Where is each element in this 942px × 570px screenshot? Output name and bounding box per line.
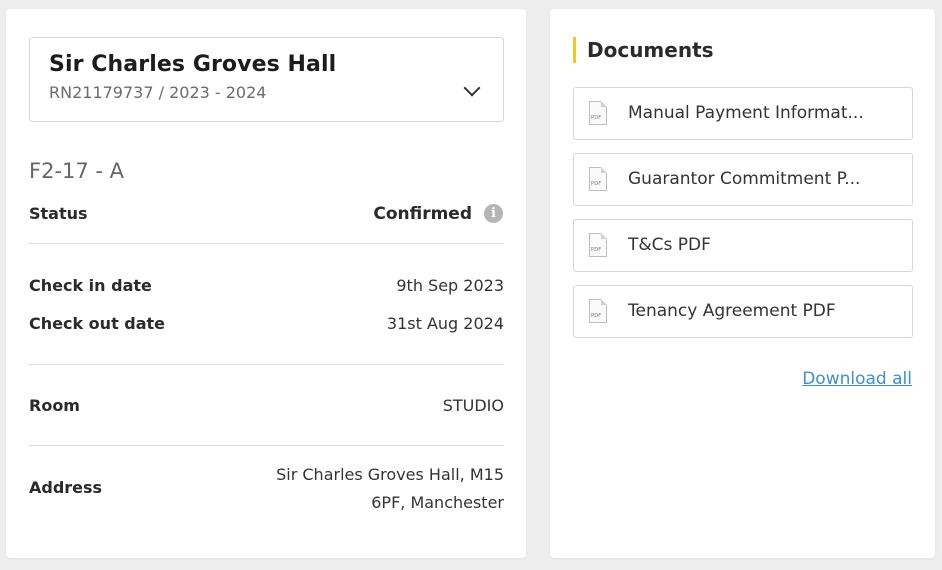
booking-details-card: Sir Charles Groves Hall RN21179737 / 202… bbox=[6, 9, 526, 558]
pdf-file-icon: PDF bbox=[589, 167, 607, 191]
divider bbox=[29, 364, 504, 365]
document-item[interactable]: PDF Guarantor Commitment P... bbox=[573, 153, 913, 206]
document-item[interactable]: PDF T&Cs PDF bbox=[573, 219, 913, 272]
chevron-down-icon[interactable] bbox=[463, 79, 481, 97]
documents-heading: Documents bbox=[573, 37, 714, 63]
property-name: Sir Charles Groves Hall bbox=[49, 52, 337, 77]
divider bbox=[29, 445, 504, 446]
pdf-file-icon: PDF bbox=[589, 233, 607, 257]
download-all-link[interactable]: Download all bbox=[802, 369, 912, 389]
checkout-value: 31st Aug 2024 bbox=[386, 314, 504, 333]
address-label: Address bbox=[29, 478, 103, 497]
address-line-2: 6PF, Manchester bbox=[371, 493, 504, 512]
address-line-1: Sir Charles Groves Hall, M15 bbox=[276, 465, 504, 484]
checkin-label: Check in date bbox=[29, 276, 152, 295]
document-label: Manual Payment Informat... bbox=[628, 103, 864, 123]
divider bbox=[29, 243, 504, 244]
checkout-label: Check out date bbox=[29, 314, 166, 333]
document-label: Guarantor Commitment P... bbox=[628, 169, 861, 189]
room-code: F2-17 - A bbox=[29, 159, 125, 183]
room-label: Room bbox=[29, 396, 80, 415]
status-badge: Confirmed bbox=[373, 204, 472, 224]
booking-reference: RN21179737 / 2023 - 2024 bbox=[49, 83, 267, 102]
document-item[interactable]: PDF Tenancy Agreement PDF bbox=[573, 285, 913, 338]
status-label: Status bbox=[29, 204, 88, 223]
pdf-file-icon: PDF bbox=[589, 299, 607, 323]
checkin-value: 9th Sep 2023 bbox=[396, 276, 504, 295]
room-value: STUDIO bbox=[442, 396, 504, 415]
document-item[interactable]: PDF Manual Payment Informat... bbox=[573, 87, 913, 140]
pdf-file-icon: PDF bbox=[589, 101, 607, 125]
address-value: Sir Charles Groves Hall, M15 6PF, Manche… bbox=[244, 461, 504, 517]
property-selector[interactable]: Sir Charles Groves Hall RN21179737 / 202… bbox=[29, 37, 504, 122]
info-icon[interactable]: i bbox=[484, 204, 503, 223]
document-label: Tenancy Agreement PDF bbox=[628, 301, 836, 321]
document-label: T&Cs PDF bbox=[628, 235, 711, 255]
documents-card: Documents PDF Manual Payment Informat...… bbox=[550, 9, 935, 558]
